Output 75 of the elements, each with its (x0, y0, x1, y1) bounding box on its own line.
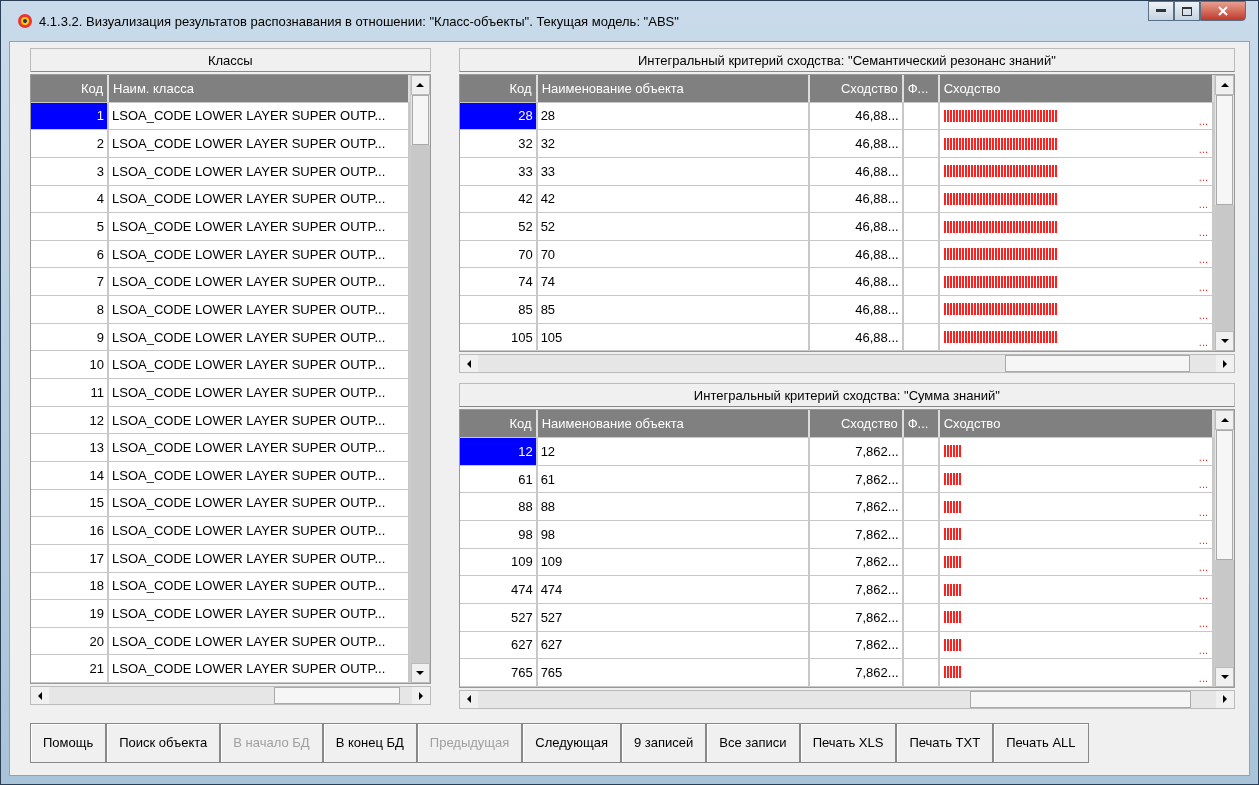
scroll-thumb[interactable] (1005, 355, 1190, 373)
column-header[interactable]: Сходство (809, 75, 904, 102)
scroll-thumb[interactable] (273, 687, 401, 705)
column-header[interactable]: Сходство (939, 75, 1214, 102)
toolbar-button[interactable]: Все записи (706, 722, 800, 763)
column-header[interactable]: Ф... (903, 410, 940, 438)
overflow-mark: ... (1198, 478, 1208, 491)
overflow-mark: ... (1198, 253, 1208, 266)
toolbar-button[interactable]: В конец БД (322, 722, 417, 763)
right-arrow-icon[interactable] (416, 691, 425, 700)
horizontal-scrollbar[interactable] (458, 354, 1235, 374)
overflow-mark: ... (1198, 170, 1208, 183)
scroll-thumb[interactable] (1216, 430, 1233, 561)
overflow-mark: ... (1198, 142, 1208, 155)
overflow-mark: ... (1198, 533, 1208, 546)
vertical-scrollbar[interactable] (1214, 410, 1234, 687)
scroll-thumb[interactable] (411, 95, 429, 145)
up-arrow-icon[interactable] (1220, 81, 1229, 89)
left-arrow-icon[interactable] (36, 691, 44, 700)
overflow-mark: ... (1198, 308, 1208, 321)
vertical-scrollbar[interactable] (409, 75, 430, 684)
overflow-mark: ... (1198, 561, 1208, 574)
close-icon (1218, 6, 1228, 16)
overflow-mark: ... (1198, 115, 1208, 128)
window-title: 4.1.3.2. Визуализация результатов распознавания в отношении: "Класс-объекты". Текущая модель: "ABS" (39, 13, 680, 29)
scroll-thumb[interactable] (1216, 95, 1233, 205)
panel-title: Классы (30, 48, 431, 72)
down-arrow-icon[interactable] (1220, 337, 1229, 346)
overflow-mark: ... (1198, 281, 1208, 294)
maximize-button[interactable] (1174, 1, 1200, 21)
toolbar-button[interactable]: Печать XLS (799, 722, 897, 763)
overflow-mark: ... (1198, 225, 1208, 238)
down-arrow-icon[interactable] (416, 669, 425, 678)
column-header[interactable]: Наименование объекта (537, 410, 810, 438)
scroll-thumb[interactable] (969, 690, 1192, 708)
overflow-mark: ... (1198, 505, 1208, 518)
minimize-button[interactable] (1148, 1, 1174, 21)
overflow-mark: ... (1198, 336, 1208, 349)
overflow-mark: ... (1198, 588, 1208, 601)
panel-title: Интегральный критерий сходства: "Сумма знаний" (458, 383, 1235, 408)
toolbar-button[interactable]: Поиск объекта (106, 722, 221, 763)
table-cell[interactable]: 28 (459, 102, 538, 130)
minimize-icon (1156, 9, 1166, 13)
column-header[interactable]: Код (31, 75, 109, 102)
down-arrow-icon[interactable] (1220, 672, 1229, 681)
column-header[interactable]: Сходство (809, 410, 904, 438)
column-header[interactable]: Наименование объекта (537, 75, 810, 102)
table-cell[interactable]: 1 (31, 102, 109, 130)
right-arrow-icon[interactable] (1221, 359, 1229, 368)
column-header[interactable]: Сходство (939, 410, 1214, 438)
app-icon (17, 13, 33, 29)
column-header[interactable]: Код (459, 410, 538, 438)
panel-title: Интегральный критерий сходства: "Семантический резонанс знаний" (458, 48, 1235, 72)
vertical-scrollbar[interactable] (1214, 75, 1234, 352)
up-arrow-icon[interactable] (416, 81, 425, 89)
right-arrow-icon[interactable] (1221, 695, 1229, 704)
column-header[interactable]: Ф... (903, 75, 940, 102)
close-button[interactable] (1200, 1, 1246, 21)
overflow-mark: ... (1198, 644, 1208, 657)
toolbar-button[interactable]: Печать ALL (993, 722, 1089, 763)
toolbar-button[interactable]: Печать TXT (896, 722, 994, 763)
overflow-mark: ... (1198, 450, 1208, 463)
overflow-mark: ... (1198, 198, 1208, 211)
overflow-mark: ... (1198, 671, 1208, 684)
horizontal-scrollbar[interactable] (458, 689, 1235, 709)
column-header[interactable]: Наим. класса (109, 75, 410, 102)
toolbar-button[interactable]: Помощь (30, 722, 107, 763)
horizontal-scrollbar[interactable] (30, 686, 431, 706)
column-header[interactable]: Код (459, 75, 538, 102)
maximize-icon (1182, 6, 1192, 16)
table-cell[interactable]: 12 (459, 438, 538, 465)
overflow-mark: ... (1198, 616, 1208, 629)
up-arrow-icon[interactable] (1220, 416, 1229, 425)
toolbar-button[interactable]: 9 записей (621, 722, 707, 763)
toolbar-button[interactable]: Следующая (522, 722, 622, 763)
